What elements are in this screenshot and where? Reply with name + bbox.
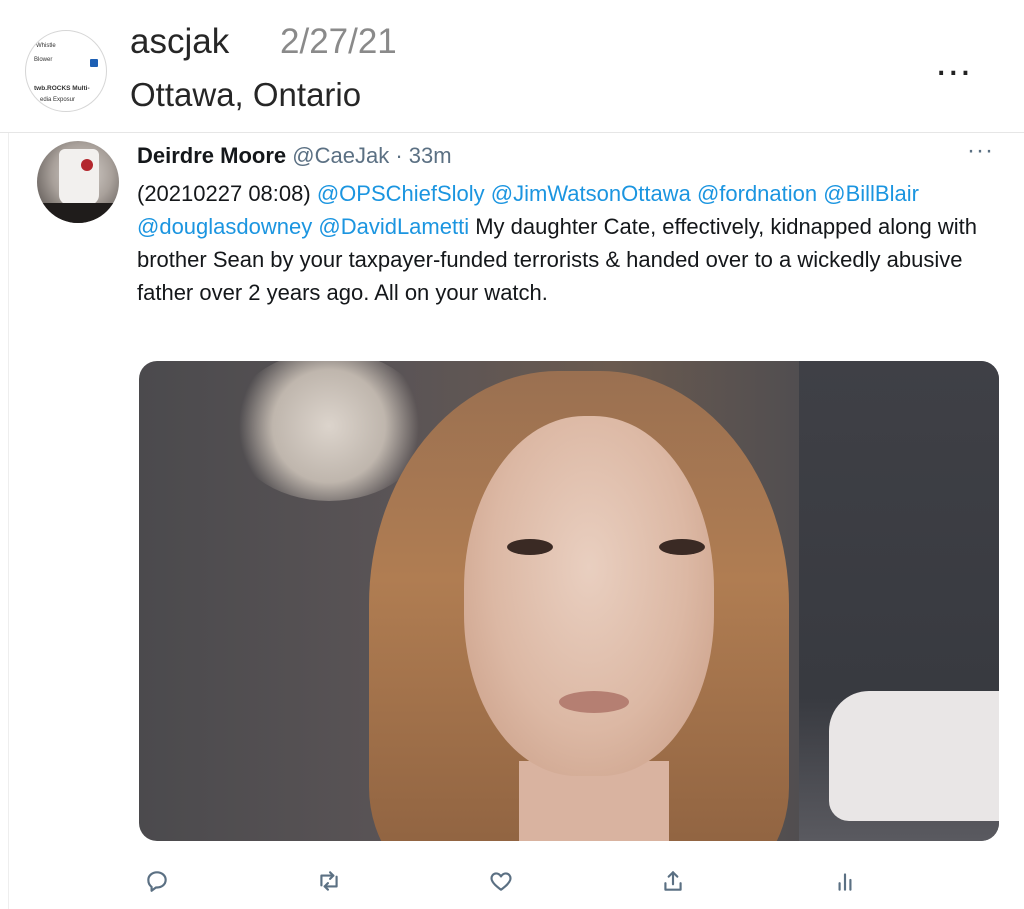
tweet-author-avatar[interactable] [37, 141, 119, 223]
photo-lips-shape [559, 691, 629, 713]
location-tag[interactable]: Ottawa, Ontario [130, 76, 361, 114]
embedded-tweet: Deirdre Moore @CaeJak · 33m ··· (2021022… [8, 133, 1024, 909]
mention-link[interactable]: @DavidLametti [318, 214, 469, 239]
avatar-badge-icon [90, 59, 98, 67]
retweet-icon [320, 871, 338, 891]
mention-link[interactable]: @BillBlair [823, 181, 919, 206]
tweet-text-prefix: (20210227 08:08) [137, 181, 317, 206]
post-date: 2/27/21 [280, 22, 397, 61]
photo-face-shape [464, 416, 714, 776]
retweet-button[interactable] [311, 863, 347, 899]
tweet-actions [139, 863, 999, 899]
share-button[interactable] [655, 863, 691, 899]
like-button[interactable] [483, 863, 519, 899]
avatar-text-2: Blower [34, 57, 53, 63]
post-header: Whistle Blower twb.ROCKS Multi- edia Exp… [0, 0, 1024, 132]
tweet-author-name[interactable]: Deirdre Moore [137, 143, 286, 168]
photo-eye-shape [659, 539, 705, 555]
photo-pillow-shape [829, 691, 999, 821]
analytics-icon [838, 873, 852, 891]
tweet-text: (20210227 08:08) @OPSChiefSloly @JimWats… [137, 177, 997, 309]
mention-link[interactable]: @OPSChiefSloly [317, 181, 485, 206]
tweet-photo[interactable] [139, 361, 999, 841]
like-icon [490, 872, 512, 891]
tweet-author-handle[interactable]: @CaeJak [292, 143, 389, 168]
mention-link[interactable]: @douglasdowney [137, 214, 312, 239]
tweet-more-button[interactable]: ··· [967, 137, 994, 165]
avatar-text-3: twb.ROCKS Multi- [34, 85, 90, 92]
share-icon [664, 871, 682, 891]
tweet-time[interactable]: 33m [409, 143, 452, 168]
profile-avatar[interactable]: Whistle Blower twb.ROCKS Multi- edia Exp… [25, 30, 107, 112]
analytics-button[interactable] [827, 863, 863, 899]
more-options-button[interactable]: ... [936, 42, 972, 82]
avatar-text-1: Whistle [36, 43, 56, 49]
avatar-heart-shape [81, 159, 93, 171]
photo-eye-shape [507, 539, 553, 555]
username[interactable]: ascjak [130, 22, 229, 62]
avatar-mug-shape [59, 149, 99, 205]
reply-icon [147, 871, 167, 892]
meta-separator: · [395, 143, 403, 168]
reply-button[interactable] [139, 863, 175, 899]
tweet-meta: Deirdre Moore @CaeJak · 33m [137, 143, 452, 169]
avatar-base-shape [37, 203, 119, 223]
mention-link[interactable]: @JimWatsonOttawa [491, 181, 691, 206]
mention-link[interactable]: @fordnation [697, 181, 817, 206]
avatar-text-4: edia Exposur [40, 97, 76, 103]
